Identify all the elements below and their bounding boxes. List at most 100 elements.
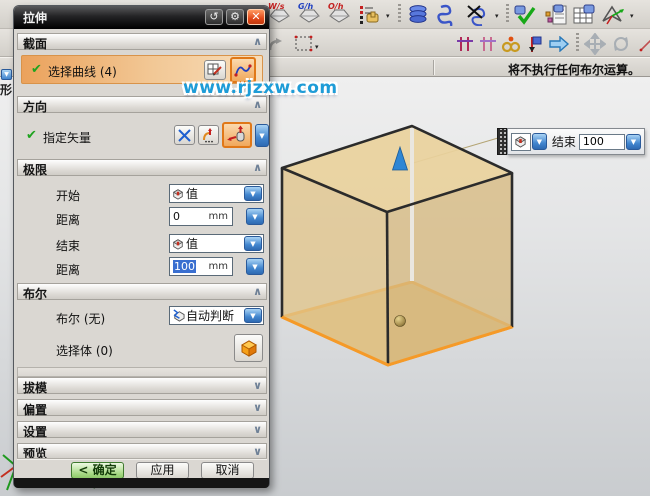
oh-measure-tool-icon[interactable]: O/h	[326, 2, 352, 27]
cube-option-icon	[170, 238, 186, 250]
rotate-icon	[610, 33, 632, 55]
combo-dropdown-button[interactable]: ▼	[244, 186, 262, 201]
end-distance-label: 结束	[552, 133, 576, 150]
intersection-icon	[478, 35, 498, 53]
collapse-chevron-icon[interactable]: ∧	[253, 35, 262, 48]
end-distance-input[interactable]: 100 mm	[169, 257, 233, 276]
dropdown-arrow-icon[interactable]: ▾	[630, 12, 634, 20]
dropdown-arrow-icon[interactable]: ▾	[495, 12, 499, 20]
combo-dropdown-button[interactable]: ▼	[244, 236, 262, 251]
toolbar-separator	[398, 4, 401, 24]
group-header-direction[interactable]: 方向 ∧	[17, 96, 267, 113]
collapse-chevron-icon[interactable]: ∧	[253, 98, 262, 111]
start-type-combo[interactable]: 值 ▼	[169, 184, 264, 203]
end-distance-input[interactable]	[579, 134, 625, 150]
toolbar-drag-handle[interactable]	[497, 128, 507, 155]
dropdown-arrow-icon[interactable]: ▾	[386, 12, 390, 20]
select-body-button[interactable]	[234, 334, 263, 362]
group-header-boolean[interactable]: 布尔 ∧	[17, 283, 267, 300]
chain-link-icon	[501, 35, 521, 53]
onscreen-input-toolbar: ▼ 结束 ▼	[497, 128, 645, 155]
pan-icon	[584, 33, 606, 55]
list-select-tool-icon[interactable]	[356, 2, 382, 27]
expand-chevron-icon[interactable]: ∨	[253, 445, 262, 458]
combo-dropdown-fragment[interactable]: ▼	[1, 69, 12, 80]
close-button[interactable]: ✕	[247, 9, 265, 25]
axis-vector-icon	[226, 125, 248, 145]
cancel-button[interactable]: 取消	[201, 462, 254, 479]
group-header-section[interactable]: 截面 ∧	[17, 33, 267, 50]
dialog-title-bar[interactable]: 拉伸 ↺ ⚙ ✕	[14, 6, 269, 29]
group-label: 极限	[23, 161, 47, 178]
rotate-tool-icon[interactable]	[608, 31, 634, 56]
check-icon: ✔	[31, 62, 42, 77]
end-row: 结束 值 ▼	[17, 234, 267, 254]
gh-label: G/h	[298, 2, 313, 11]
reset-button[interactable]: ↺	[205, 9, 223, 25]
delete-spring-tool-icon[interactable]	[463, 2, 493, 27]
extent-dropdown-button[interactable]: ▼	[532, 133, 547, 150]
group-header-settings[interactable]: 设置 ∨	[17, 421, 267, 438]
onscreen-panel: ▼ 结束 ▼	[507, 128, 645, 155]
expand-chevron-icon[interactable]: ∨	[253, 401, 262, 414]
end-type-combo[interactable]: 值 ▼	[169, 234, 264, 253]
line-tool-icon[interactable]	[634, 31, 650, 56]
two-point-vector-button[interactable]	[174, 125, 195, 145]
pan-tool-icon[interactable]	[582, 31, 608, 56]
list-hand-icon	[357, 4, 381, 26]
group-header-draft[interactable]: 拔模 ∨	[17, 377, 267, 394]
vector-dialog-button[interactable]	[198, 125, 219, 145]
collapse-chevron-icon[interactable]: ∧	[253, 161, 262, 174]
vector-dropdown-button[interactable]: ▼	[255, 124, 269, 147]
spreadsheet-icon[interactable]	[571, 2, 597, 27]
vector-x-icon	[177, 128, 192, 143]
expand-chevron-icon[interactable]: ∨	[253, 379, 262, 392]
section-view-icon[interactable]	[599, 2, 625, 27]
end-distance-options-button[interactable]: ▼	[626, 134, 641, 150]
check-part-icon	[513, 4, 537, 26]
intersection-icon	[455, 35, 475, 53]
gh-measure-tool-icon[interactable]: G/h	[296, 2, 322, 27]
end-distance-field: 100 mm ▼	[169, 257, 264, 276]
boolean-combo[interactable]: 自动判断 ▼	[169, 306, 264, 325]
part-navigator-icon[interactable]	[543, 2, 569, 27]
no-spring-icon	[465, 4, 491, 26]
boolean-row: 布尔 (无) 自动判断 ▼	[17, 306, 267, 328]
vector-constructor-icon	[201, 127, 216, 143]
examine-geometry-icon[interactable]	[512, 2, 538, 27]
settings-gear-button[interactable]: ⚙	[226, 9, 244, 25]
ok-button[interactable]: < 确定 >	[71, 462, 124, 479]
grid-pencil-icon	[207, 63, 223, 77]
dropdown-arrow-icon[interactable]: ▾	[315, 43, 319, 51]
select-rect-icon	[294, 35, 314, 53]
start-distance-input[interactable]: 0 mm	[169, 207, 233, 226]
start-row: 开始 值 ▼	[17, 184, 267, 204]
face-normal-vector-button[interactable]	[222, 122, 252, 148]
group-spacer	[17, 367, 267, 377]
group-label: 设置	[23, 423, 47, 440]
start-distance-options-button[interactable]: ▼	[246, 208, 264, 225]
extent-option-field[interactable]	[511, 133, 531, 151]
check-icon: ✔	[26, 128, 37, 143]
spring-tool-icon[interactable]	[433, 2, 459, 27]
group-header-limits[interactable]: 极限 ∧	[17, 159, 267, 176]
forward-arrow-icon[interactable]	[546, 31, 572, 56]
coil-icon	[408, 4, 428, 26]
group-header-offset[interactable]: 偏置 ∨	[17, 399, 267, 416]
end-distance-options-button[interactable]: ▼	[246, 258, 264, 275]
apply-button[interactable]: 应用	[136, 462, 189, 479]
flag-tool-icon[interactable]	[521, 31, 547, 56]
watermark: www.rjzxw.com	[183, 78, 338, 98]
section-sketch-button[interactable]	[204, 60, 226, 80]
selection-rectangle-icon[interactable]	[291, 31, 317, 56]
curve-icon	[234, 62, 252, 78]
selected-value: 100	[173, 260, 196, 273]
dialog-title: 拉伸	[14, 9, 47, 26]
coil-tool-icon[interactable]	[405, 2, 431, 27]
dialog-footer-band	[14, 478, 269, 488]
cube-option-icon	[514, 135, 527, 148]
expand-chevron-icon[interactable]: ∨	[253, 423, 262, 436]
group-label: 布尔	[23, 285, 47, 302]
collapse-chevron-icon[interactable]: ∧	[253, 285, 262, 298]
combo-dropdown-button[interactable]: ▼	[244, 308, 262, 323]
